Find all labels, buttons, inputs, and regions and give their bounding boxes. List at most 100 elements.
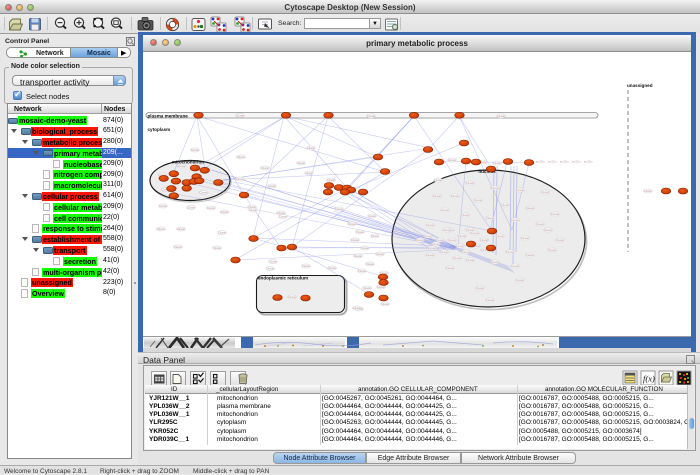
svg-text:Cluster: Cluster — [501, 204, 509, 207]
svg-text:Cluster: Cluster — [526, 207, 534, 210]
svg-text:Cluster: Cluster — [237, 156, 245, 159]
svg-text:Cluster: Cluster — [497, 115, 505, 118]
svg-text:Cluster: Cluster — [480, 239, 488, 242]
svg-text:Cluster: Cluster — [476, 287, 484, 290]
svg-text:Cluster: Cluster — [491, 187, 499, 190]
svg-text:Cluster: Cluster — [541, 191, 549, 194]
svg-text:Cluster: Cluster — [178, 165, 186, 168]
svg-text:Cluster: Cluster — [544, 229, 552, 232]
svg-text:Cluster: Cluster — [458, 235, 466, 238]
svg-text:Cluster: Cluster — [496, 235, 504, 238]
svg-text:Cluster: Cluster — [432, 243, 440, 246]
svg-text:Cluster: Cluster — [551, 213, 559, 216]
svg-text:Cluster: Cluster — [426, 254, 434, 257]
svg-text:Cluster: Cluster — [371, 235, 379, 238]
svg-text:Cluster: Cluster — [327, 179, 335, 182]
svg-text:cytoplasm: cytoplasm — [148, 127, 171, 132]
svg-text:Cluster: Cluster — [363, 287, 371, 290]
svg-text:Cluster: Cluster — [448, 159, 456, 162]
svg-text:Cluster: Cluster — [466, 229, 474, 232]
svg-text:Cluster: Cluster — [368, 215, 376, 218]
svg-text:an.GO-x: an.GO-x — [536, 162, 546, 164]
svg-text:Cluster: Cluster — [305, 172, 313, 175]
svg-text:Cluster: Cluster — [159, 205, 167, 208]
svg-text:Cluster: Cluster — [221, 211, 229, 214]
svg-text:Cluster: Cluster — [493, 162, 501, 165]
svg-text:Cluster: Cluster — [236, 114, 244, 117]
svg-text:Cluster: Cluster — [426, 224, 434, 227]
svg-text:Cluster: Cluster — [261, 167, 269, 170]
svg-text:Cluster: Cluster — [486, 299, 494, 302]
svg-text:Cluster: Cluster — [367, 115, 375, 118]
svg-text:Cluster: Cluster — [416, 239, 424, 242]
svg-text:Cluster: Cluster — [207, 207, 215, 210]
svg-text:Cluster: Cluster — [433, 195, 441, 198]
svg-text:Cluster: Cluster — [556, 239, 564, 242]
svg-text:Cluster: Cluster — [353, 307, 361, 310]
svg-text:Cluster: Cluster — [269, 260, 277, 263]
svg-text:Cluster: Cluster — [361, 247, 369, 250]
svg-text:Cluster: Cluster — [376, 253, 384, 256]
svg-text:Cluster: Cluster — [279, 215, 287, 218]
svg-text:Cluster: Cluster — [486, 217, 494, 220]
svg-text:Cluster: Cluster — [440, 251, 448, 254]
svg-text:Cluster: Cluster — [348, 223, 356, 226]
svg-text:Cluster: Cluster — [461, 214, 469, 217]
svg-text:Cluster: Cluster — [466, 182, 474, 185]
svg-text:Cluster: Cluster — [335, 208, 343, 211]
svg-text:Cluster: Cluster — [249, 209, 257, 212]
svg-text:Cluster: Cluster — [471, 232, 479, 235]
svg-text:an.GO-x: an.GO-x — [560, 162, 570, 164]
svg-text:mitochondrion: mitochondrion — [172, 160, 204, 165]
svg-text:endoplasmic reticulum: endoplasmic reticulum — [258, 275, 308, 280]
svg-text:an.GO-x: an.GO-x — [572, 162, 582, 164]
svg-text:Cluster: Cluster — [428, 247, 436, 250]
svg-text:Cluster: Cluster — [434, 179, 442, 182]
svg-text:Cluster: Cluster — [381, 303, 389, 306]
svg-text:Cluster: Cluster — [516, 189, 524, 192]
svg-text:Cluster: Cluster — [644, 190, 652, 193]
svg-text:Cluster: Cluster — [491, 261, 499, 264]
svg-text:Cluster: Cluster — [191, 149, 199, 152]
svg-text:Cluster: Cluster — [177, 228, 185, 231]
svg-text:Cluster: Cluster — [441, 209, 449, 212]
svg-text:Cluster: Cluster — [157, 228, 165, 231]
svg-text:Cluster: Cluster — [358, 270, 366, 273]
svg-text:Cluster: Cluster — [453, 257, 461, 260]
svg-text:Cluster: Cluster — [266, 267, 274, 270]
svg-text:Cluster: Cluster — [424, 235, 432, 238]
svg-text:Cluster: Cluster — [466, 259, 474, 262]
svg-text:Cluster: Cluster — [526, 254, 534, 257]
svg-text:Cluster: Cluster — [328, 267, 336, 270]
svg-text:Cluster: Cluster — [462, 251, 470, 254]
svg-text:Cluster: Cluster — [218, 231, 226, 234]
svg-text:Cluster: Cluster — [548, 249, 556, 252]
svg-text:Cluster: Cluster — [456, 245, 464, 248]
svg-text:an.GO-x: an.GO-x — [584, 162, 594, 164]
svg-text:Cluster: Cluster — [451, 195, 459, 198]
svg-text:Cluster: Cluster — [268, 185, 276, 188]
svg-text:Cluster: Cluster — [366, 263, 374, 266]
svg-text:Cluster: Cluster — [354, 255, 362, 258]
svg-text:Cluster: Cluster — [302, 265, 310, 268]
svg-text:Cluster: Cluster — [288, 296, 296, 299]
svg-text:Cluster: Cluster — [511, 219, 519, 222]
svg-text:Cluster: Cluster — [351, 239, 359, 242]
svg-text:Cluster: Cluster — [356, 231, 364, 234]
svg-text:Cluster: Cluster — [200, 191, 208, 194]
svg-text:Cluster: Cluster — [213, 247, 221, 250]
svg-text:Cluster: Cluster — [236, 178, 244, 181]
svg-text:Cluster: Cluster — [174, 246, 182, 249]
svg-text:Cluster: Cluster — [297, 162, 305, 165]
svg-text:Cluster: Cluster — [506, 251, 514, 254]
svg-text:f(x): f(x) — [643, 374, 655, 384]
svg-text:Cluster: Cluster — [511, 265, 519, 268]
svg-text:Cluster: Cluster — [446, 267, 454, 270]
svg-text:an.GO-x: an.GO-x — [548, 162, 558, 164]
svg-text:Cluster: Cluster — [536, 223, 544, 226]
svg-text:Cluster: Cluster — [377, 286, 385, 289]
svg-text:Cluster: Cluster — [307, 147, 315, 150]
svg-text:unassigned: unassigned — [627, 83, 653, 88]
svg-text:Cluster: Cluster — [187, 206, 195, 209]
svg-text:Cluster: Cluster — [474, 199, 482, 202]
